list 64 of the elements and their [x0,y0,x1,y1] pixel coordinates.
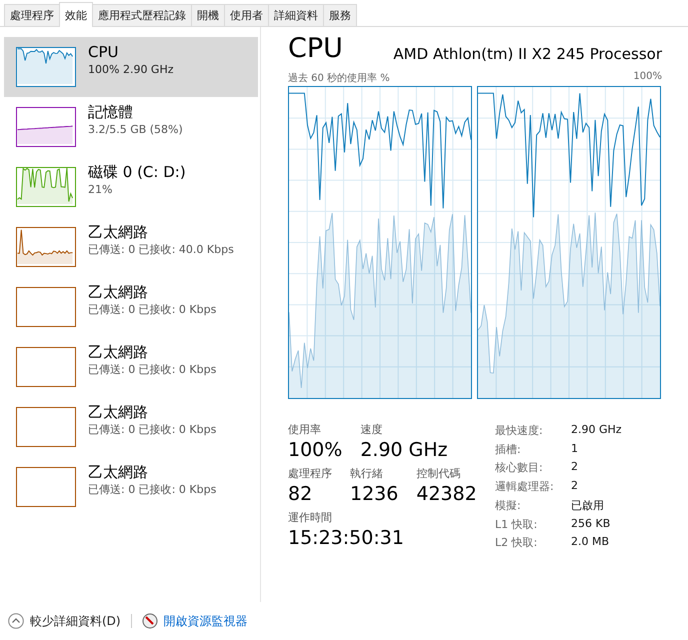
sidebar-item[interactable]: 乙太網路 已傳送: 0 已接收: 0 Kbps [4,277,258,337]
sidebar-item[interactable]: 乙太網路 已傳送: 0 已接收: 40.0 Kbps [4,217,258,277]
spec-label: 邏輯處理器: [495,479,555,495]
tab[interactable]: 服務 [323,4,357,26]
stat-value: 82 [288,482,314,507]
device-name: 乙太網路 [88,283,149,302]
stat-label: 處理程序 [288,467,332,481]
device-detail: 已傳送: 0 已接收: 40.0 Kbps [88,242,234,257]
stat-label: 使用率 [288,423,322,437]
panel-title: CPU [288,33,343,65]
spec-label: L2 快取: [495,535,538,551]
device-name: CPU [88,43,120,62]
tab[interactable]: 使用者 [224,4,269,26]
tab[interactable]: 開機 [191,4,225,26]
tab[interactable]: 處理程序 [4,4,60,26]
spec-label: 模擬: [495,498,522,514]
spec-label: 插槽: [495,442,522,458]
stat-value: 42382 [416,482,477,507]
spec-value: 1 [571,442,579,457]
fewer-details-button[interactable]: 較少詳細資料(D) [8,612,121,630]
spec-value: 2.0 MB [571,535,610,550]
graph-caption: 過去 60 秒的使用率 % [288,72,390,85]
device-detail: 已傳送: 0 已接收: 0 Kbps [88,302,216,317]
tab[interactable]: 應用程式歷程記錄 [92,4,192,26]
device-name: 磁碟 0 (C: D:) [88,163,186,182]
device-name: 記憶體 [88,103,134,122]
device-detail: 100% 2.90 GHz [88,62,174,77]
stat-label: 速度 [360,423,384,437]
spec-label: 最快速度: [495,423,544,439]
stat-value: 2.90 GHz [360,438,448,463]
sidebar-item[interactable]: CPU 100% 2.90 GHz [4,37,258,97]
stat-value: 100% [288,438,342,463]
stat-label: 運作時間 [288,511,333,525]
graph-max-label: 100% [633,71,662,84]
chevron-up-icon [8,613,24,629]
stat-label: 控制代碼 [416,467,462,481]
spec-label: L1 快取: [495,516,538,532]
device-detail: 已傳送: 0 已接收: 0 Kbps [88,482,216,497]
device-name: 乙太網路 [88,343,149,362]
processor-name: AMD Athlon(tm) II X2 245 Processor [393,44,662,65]
device-detail: 21% [88,182,114,197]
device-name: 乙太網路 [88,223,149,242]
sidebar-item[interactable]: 磁碟 0 (C: D:) 21% [4,157,258,217]
device-name: 乙太網路 [88,403,149,422]
tab[interactable]: 詳細資料 [268,4,324,26]
device-name: 乙太網路 [88,463,149,482]
stat-label: 執行緒 [350,467,384,481]
resource-monitor-link[interactable]: 開啟資源監視器 [164,612,248,630]
sidebar-item[interactable]: 乙太網路 已傳送: 0 已接收: 0 Kbps [4,337,258,397]
tab[interactable]: 效能 [59,2,93,27]
spec-value: 2 [571,479,579,494]
spec-value: 2 [571,460,579,476]
sidebar-item[interactable]: 記憶體 3.2/5.5 GB (58%) [4,97,258,157]
spec-value: 已啟用 [571,498,605,514]
stat-value: 15:23:50:31 [288,526,404,551]
device-detail: 已傳送: 0 已接收: 0 Kbps [88,362,216,377]
device-detail: 3.2/5.5 GB (58%) [88,122,183,137]
spec-value: 256 KB [571,516,612,532]
sidebar-item[interactable]: 乙太網路 已傳送: 0 已接收: 0 Kbps [4,457,258,517]
device-detail: 已傳送: 0 已接收: 0 Kbps [88,422,216,437]
spec-value: 2.90 GHz [571,423,622,438]
spec-label: 核心數目: [495,460,544,476]
stat-value: 1236 [350,482,398,507]
sidebar-item[interactable]: 乙太網路 已傳送: 0 已接收: 0 Kbps [4,397,258,457]
